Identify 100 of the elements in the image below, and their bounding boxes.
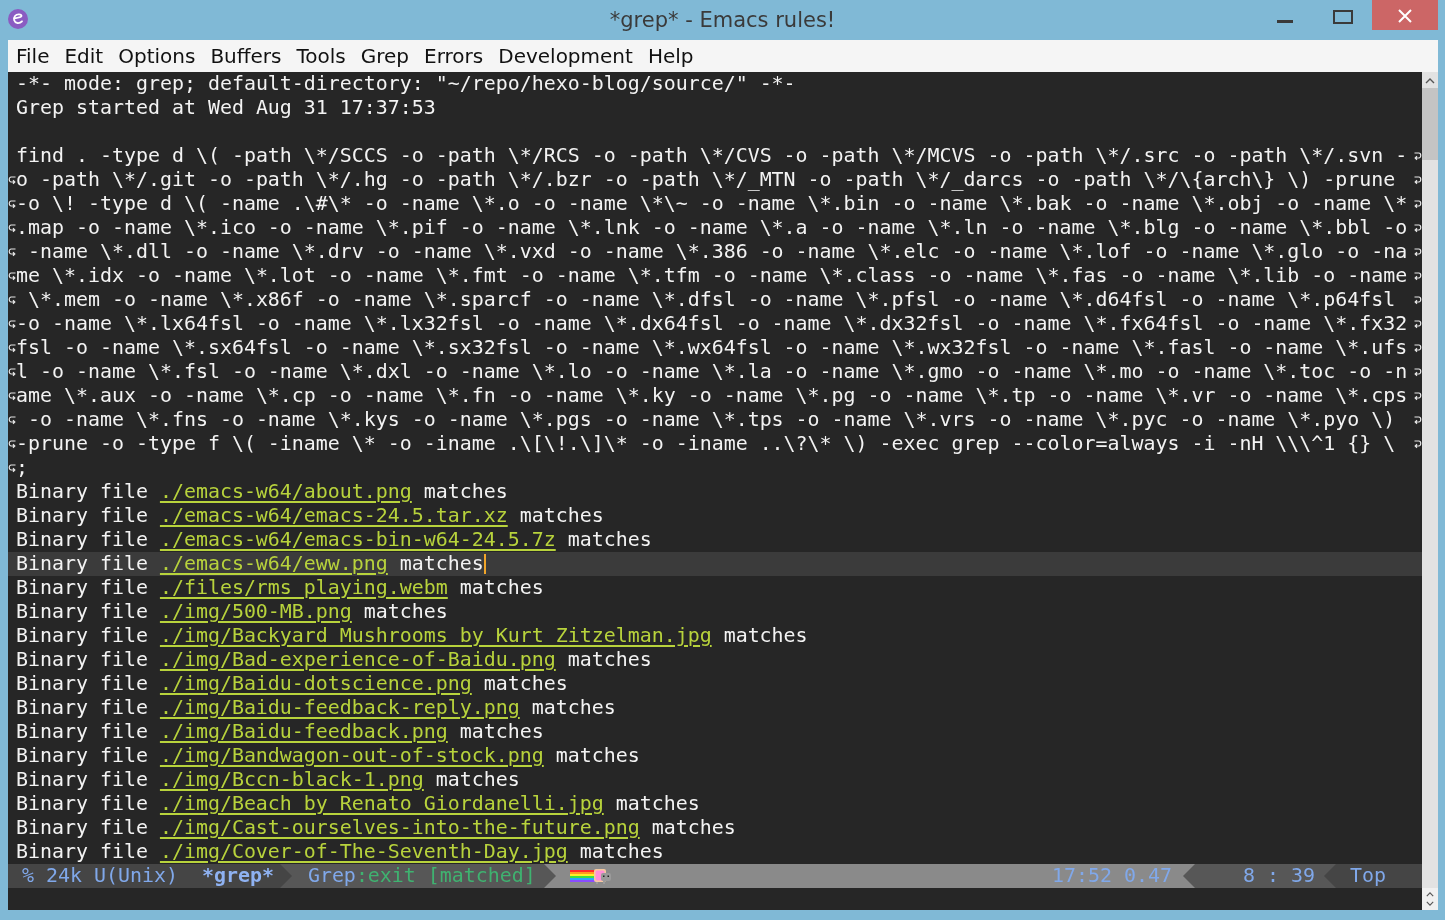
binary-file-label: Binary file	[16, 696, 148, 720]
header-line: -*- mode: grep; default-directory: "~/repo/hexo-blog/source/" -*-	[16, 72, 796, 96]
file-link[interactable]: ./emacs-w64/emacs-24.5.tar.xz	[159, 504, 508, 528]
continuation-arrow-icon	[1413, 439, 1422, 449]
matches-label: matches	[531, 696, 616, 720]
result-line[interactable]: Binary file ./img/Bad-experience-of-Baidu.png matches	[8, 648, 1422, 672]
command-line: ;	[16, 456, 28, 480]
file-link[interactable]: ./emacs-w64/emacs-bin-w64-24.5.7z	[159, 528, 556, 552]
matches-label: matches	[579, 840, 664, 864]
file-link[interactable]: ./img/Bandwagon-out-of-stock.png	[159, 744, 544, 768]
file-link[interactable]: ./img/Baidu-feedback.png	[159, 720, 448, 744]
result-line[interactable]: Binary file ./img/Baidu-dotscience.png matches	[8, 672, 1422, 696]
command-line: l -o -name \*.fsl -o -name \*.dxl -o -name \*.lo -o -name \*.la -o -name \*.gmo -o -name \*.mo -o -name \*.toc -o -n	[16, 360, 1408, 384]
result-line[interactable]: Binary file ./emacs-w64/about.png matches	[8, 480, 1422, 504]
buffer-status: % 24k U(Unix)	[8, 864, 202, 888]
continuation-arrow-icon	[1413, 175, 1422, 185]
file-link[interactable]: ./emacs-w64/eww.png	[159, 552, 388, 576]
matches-label: matches	[555, 744, 640, 768]
continuation-arrow-icon	[8, 199, 16, 209]
minibuffer-field[interactable]	[8, 888, 1422, 910]
matches-label: matches	[459, 576, 544, 600]
file-link[interactable]: ./img/Cover-of-The-Seventh-Day.jpg	[159, 840, 568, 864]
result-line[interactable]: Binary file ./emacs-w64/emacs-bin-w64-24.5.7z matches	[8, 528, 1422, 552]
file-link[interactable]: ./img/Backyard_Mushrooms_by_Kurt_Zitzelman.jpg	[159, 624, 712, 648]
header-line: Grep started at Wed Aug 31 17:37:53	[16, 96, 436, 120]
continuation-arrow-icon	[1413, 391, 1422, 401]
continuation-arrow-icon	[1413, 295, 1422, 305]
command-line: o -path \*/.git -o -path \*/.hg -o -path \*/.bzr -o -path \*/_MTN -o -path \*/_darcs -o -path \*/\{arch\} \) -prune	[16, 168, 1396, 192]
matches-label: matches	[567, 528, 652, 552]
file-link[interactable]: ./img/Baidu-dotscience.png	[159, 672, 472, 696]
continuation-arrow-icon	[1413, 319, 1422, 329]
scroll-up-icon[interactable]	[1426, 892, 1434, 897]
command-line: me \*.idx -o -name \*.lot -o -name \*.fmt -o -name \*.tfm -o -name \*.class -o -name \*.fas -o -name \*.lib -o -name	[16, 264, 1408, 288]
scroll-up-icon[interactable]	[1425, 78, 1435, 84]
command-line: -o -name \*.lx64fsl -o -name \*.lx32fsl -o -name \*.dx64fsl -o -name \*.dx32fsl -o -name \*.fx64fsl -o -name \*.fx32	[16, 312, 1408, 336]
result-line[interactable]: Binary file ./img/Cast-ourselves-into-the-future.png matches	[8, 816, 1422, 840]
window-title: *grep* - Emacs rules!	[609, 9, 836, 31]
minibuffer-scrollbar[interactable]	[1422, 888, 1438, 910]
command-line: \*.mem -o -name \*.x86f -o -name \*.sparcf -o -name \*.dfsl -o -name \*.pfsl -o -name \*.d64fsl -o -name \*.p64fsl	[27, 288, 1396, 312]
command-line: .map -o -name \*.ico -o -name \*.pif -o -name \*.lnk -o -name \*.a -o -name \*.ln -o -name \*.blg -o -name \*.bbl -o	[16, 216, 1408, 240]
result-line[interactable]: Binary file ./img/Beach_by_Renato_Giordanelli.jpg matches	[8, 792, 1422, 816]
result-line[interactable]: Binary file ./img/Bandwagon-out-of-stock.png matches	[8, 744, 1422, 768]
minimize-icon	[1277, 19, 1293, 23]
text-cursor	[483, 554, 486, 574]
continuation-arrow-icon	[1413, 247, 1422, 257]
continuation-arrow-icon	[8, 175, 16, 185]
menu-item[interactable]: Grep	[360, 44, 410, 68]
binary-file-label: Binary file	[16, 528, 148, 552]
matches-label: matches	[459, 720, 544, 744]
file-link[interactable]: ./img/Cast-ourselves-into-the-future.png	[159, 816, 640, 840]
continuation-arrow-icon	[8, 343, 16, 353]
maximize-icon	[1333, 10, 1353, 24]
time-load-indicator: 17:52 0.47	[1052, 864, 1173, 888]
binary-file-label: Binary file	[16, 480, 148, 504]
binary-file-label: Binary file	[16, 624, 148, 648]
result-line[interactable]: Binary file ./emacs-w64/emacs-24.5.tar.xz matches	[8, 504, 1422, 528]
continuation-arrow-icon	[8, 415, 16, 425]
result-line[interactable]: Binary file ./img/Baidu-feedback.png matches	[8, 720, 1422, 744]
file-link[interactable]: ./img/Beach_by_Renato_Giordanelli.jpg	[159, 792, 604, 816]
menu-item[interactable]: Development	[498, 44, 633, 68]
result-line[interactable]: Binary file ./img/Baidu-feedback-reply.png matches	[8, 696, 1422, 720]
continuation-arrow-icon	[8, 223, 16, 233]
command-line: -prune -o -type f \( -iname \* -o -iname .\[\!.\]\* -o -iname ..\?\* \) -exec grep --color=always -i -nH \\\^1 {} \	[16, 432, 1396, 456]
menu-item[interactable]: Errors	[424, 44, 484, 68]
file-link[interactable]: ./img/500-MB.png	[159, 600, 352, 624]
result-line[interactable]: Binary file ./img/500-MB.png matches	[8, 600, 1422, 624]
close-icon	[1398, 9, 1412, 23]
continuation-arrow-icon	[8, 391, 16, 401]
result-line[interactable]: Binary file ./files/rms_playing.webm matches	[8, 576, 1422, 600]
command-line: ame \*.aux -o -name \*.cp -o -name \*.fn -o -name \*.ky -o -name \*.pg -o -name \*.tp -o -name \*.vr -o -name \*.cps	[16, 384, 1408, 408]
file-link[interactable]: ./img/Bad-experience-of-Baidu.png	[159, 648, 556, 672]
menu-item[interactable]: Help	[647, 44, 694, 68]
file-link[interactable]: ./img/Bccn-black-1.png	[159, 768, 424, 792]
continuation-arrow-icon	[8, 367, 16, 377]
scrollbar-thumb[interactable]	[1422, 88, 1438, 160]
file-link[interactable]: ./files/rms_playing.webm	[159, 576, 448, 600]
result-line[interactable]: Binary file ./img/Backyard_Mushrooms_by_Kurt_Zitzelman.jpg matches	[8, 624, 1422, 648]
scroll-down-icon[interactable]	[1426, 901, 1434, 906]
matches-label: matches	[483, 672, 568, 696]
command-line: find . -type d \( -path \*/SCCS -o -path \*/RCS -o -path \*/CVS -o -path \*/MCVS -o -path \*/.src -o -path \*/.svn -	[16, 144, 1408, 168]
binary-file-label: Binary file	[16, 720, 148, 744]
menu-item[interactable]: Buffers	[210, 44, 282, 68]
command-line: fsl -o -name \*.sx64fsl -o -name \*.sx32fsl -o -name \*.wx64fsl -o -name \*.wx32fsl -o -name \*.fasl -o -name \*.ufs	[16, 336, 1408, 360]
binary-file-label: Binary file	[16, 744, 148, 768]
menu-item[interactable]: File	[16, 44, 50, 68]
menu-item[interactable]: Tools	[296, 44, 346, 68]
result-line[interactable]: Binary file ./img/Cover-of-The-Seventh-Day.jpg matches	[8, 840, 1422, 864]
close-button[interactable]	[1372, 0, 1438, 30]
continuation-arrow-icon	[8, 247, 16, 257]
rainbow-cat-icon	[569, 868, 612, 884]
menu-item[interactable]: Options	[118, 44, 196, 68]
continuation-arrow-icon	[8, 271, 16, 281]
binary-file-label: Binary file	[16, 672, 148, 696]
binary-file-label: Binary file	[16, 648, 148, 672]
continuation-arrow-icon	[1413, 415, 1422, 425]
matches-label: matches	[615, 792, 700, 816]
menu-item[interactable]: Edit	[64, 44, 104, 68]
file-link[interactable]: ./img/Baidu-feedback-reply.png	[159, 696, 520, 720]
result-line[interactable]: Binary file ./img/Bccn-black-1.png matches	[8, 768, 1422, 792]
file-link[interactable]: ./emacs-w64/about.png	[159, 480, 412, 504]
